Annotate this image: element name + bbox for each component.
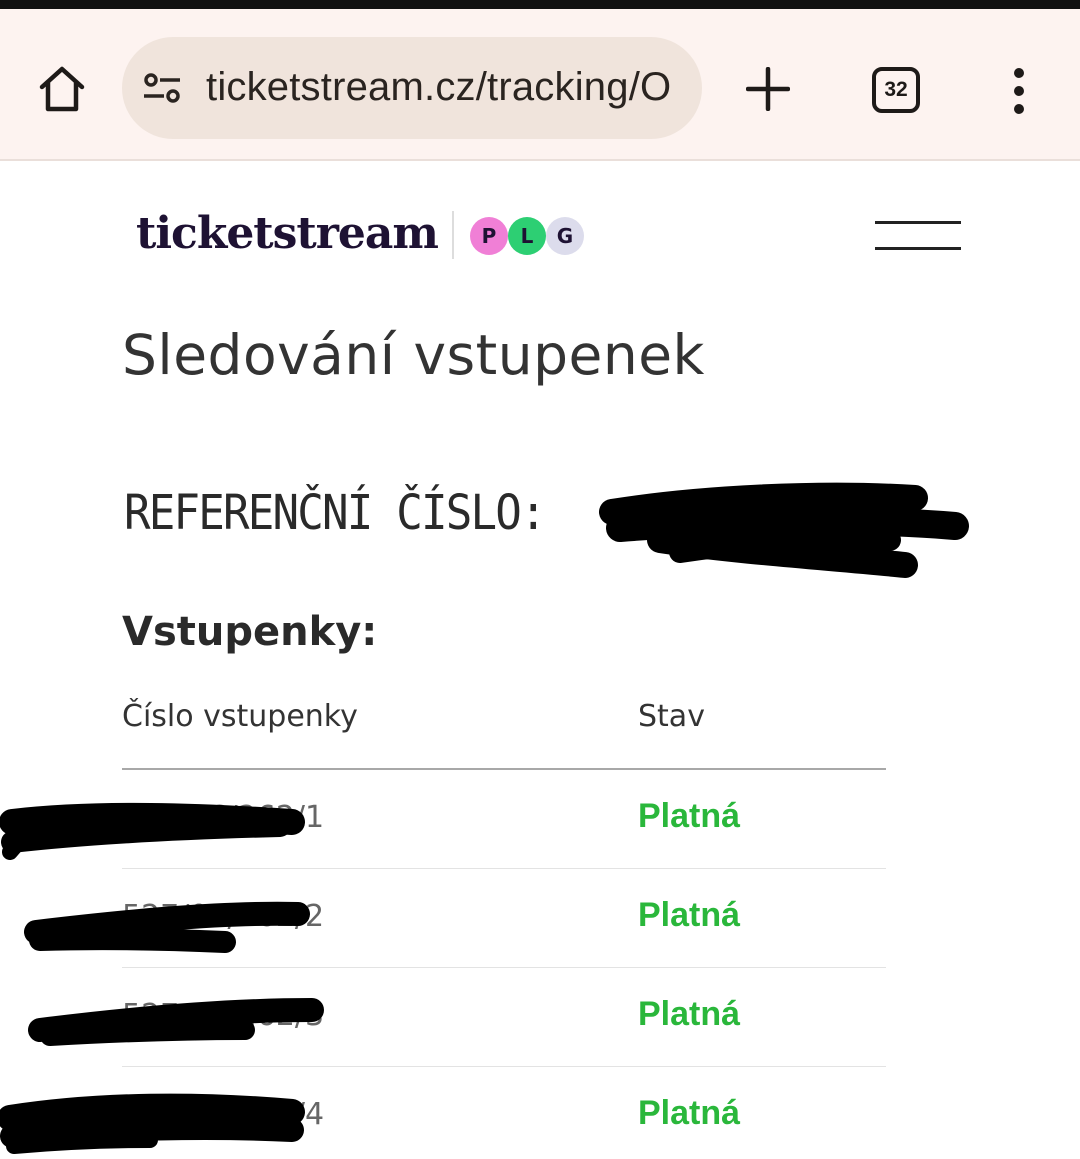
badge-p: P <box>470 217 508 255</box>
ticket-status: Platná <box>638 896 741 934</box>
table-header: Číslo vstupenky Stav <box>122 693 886 770</box>
url-text[interactable]: ticketstream.cz/tracking/O <box>206 65 671 110</box>
site-settings-icon[interactable] <box>142 72 182 104</box>
table-row: 527/06/262/1 Platná <box>122 770 886 869</box>
table-row: 527/06/262/4 Platná <box>122 1067 886 1159</box>
page-content: ticketstream P L G Sledování vstupenek R… <box>0 163 1080 1159</box>
home-icon[interactable] <box>36 63 88 115</box>
ticket-status: Platná <box>638 995 741 1033</box>
browser-toolbar: ticketstream.cz/tracking/O 32 <box>0 9 1080 161</box>
reference-value: 53 <box>612 493 670 549</box>
ticket-status: Platná <box>638 797 741 835</box>
reference-label: REFERENČNÍ ČÍSLO: <box>124 485 547 541</box>
ticket-number: 527/06/262/2 <box>122 899 325 934</box>
new-tab-icon[interactable] <box>746 67 790 111</box>
column-header-number: Číslo vstupenky <box>122 699 358 734</box>
brand-logo[interactable]: ticketstream <box>136 208 439 259</box>
tickets-table: Číslo vstupenky Stav 527/06/262/1 Platná… <box>122 693 886 1159</box>
ticket-number: 527/06/262/1 <box>122 800 325 835</box>
column-header-status: Stav <box>638 699 705 734</box>
hamburger-menu-icon[interactable] <box>875 219 961 253</box>
address-bar[interactable]: ticketstream.cz/tracking/O <box>122 37 702 139</box>
tab-switcher-button[interactable]: 32 <box>872 67 920 113</box>
ticket-number: 527/06/262/4 <box>122 1097 325 1132</box>
tickets-heading: Vstupenky: <box>122 609 378 655</box>
badge-l: L <box>508 217 546 255</box>
badge-g: G <box>546 217 584 255</box>
ticket-number: 527/06/262/3 <box>122 998 325 1033</box>
logo-divider <box>452 211 454 259</box>
table-row: 527/06/262/3 Platná <box>122 968 886 1067</box>
status-bar <box>0 0 1080 9</box>
page-title: Sledování vstupenek <box>122 323 705 387</box>
more-options-icon[interactable] <box>1009 67 1029 115</box>
ticket-status: Platná <box>638 1094 741 1132</box>
table-row: 527/06/262/2 Platná <box>122 869 886 968</box>
